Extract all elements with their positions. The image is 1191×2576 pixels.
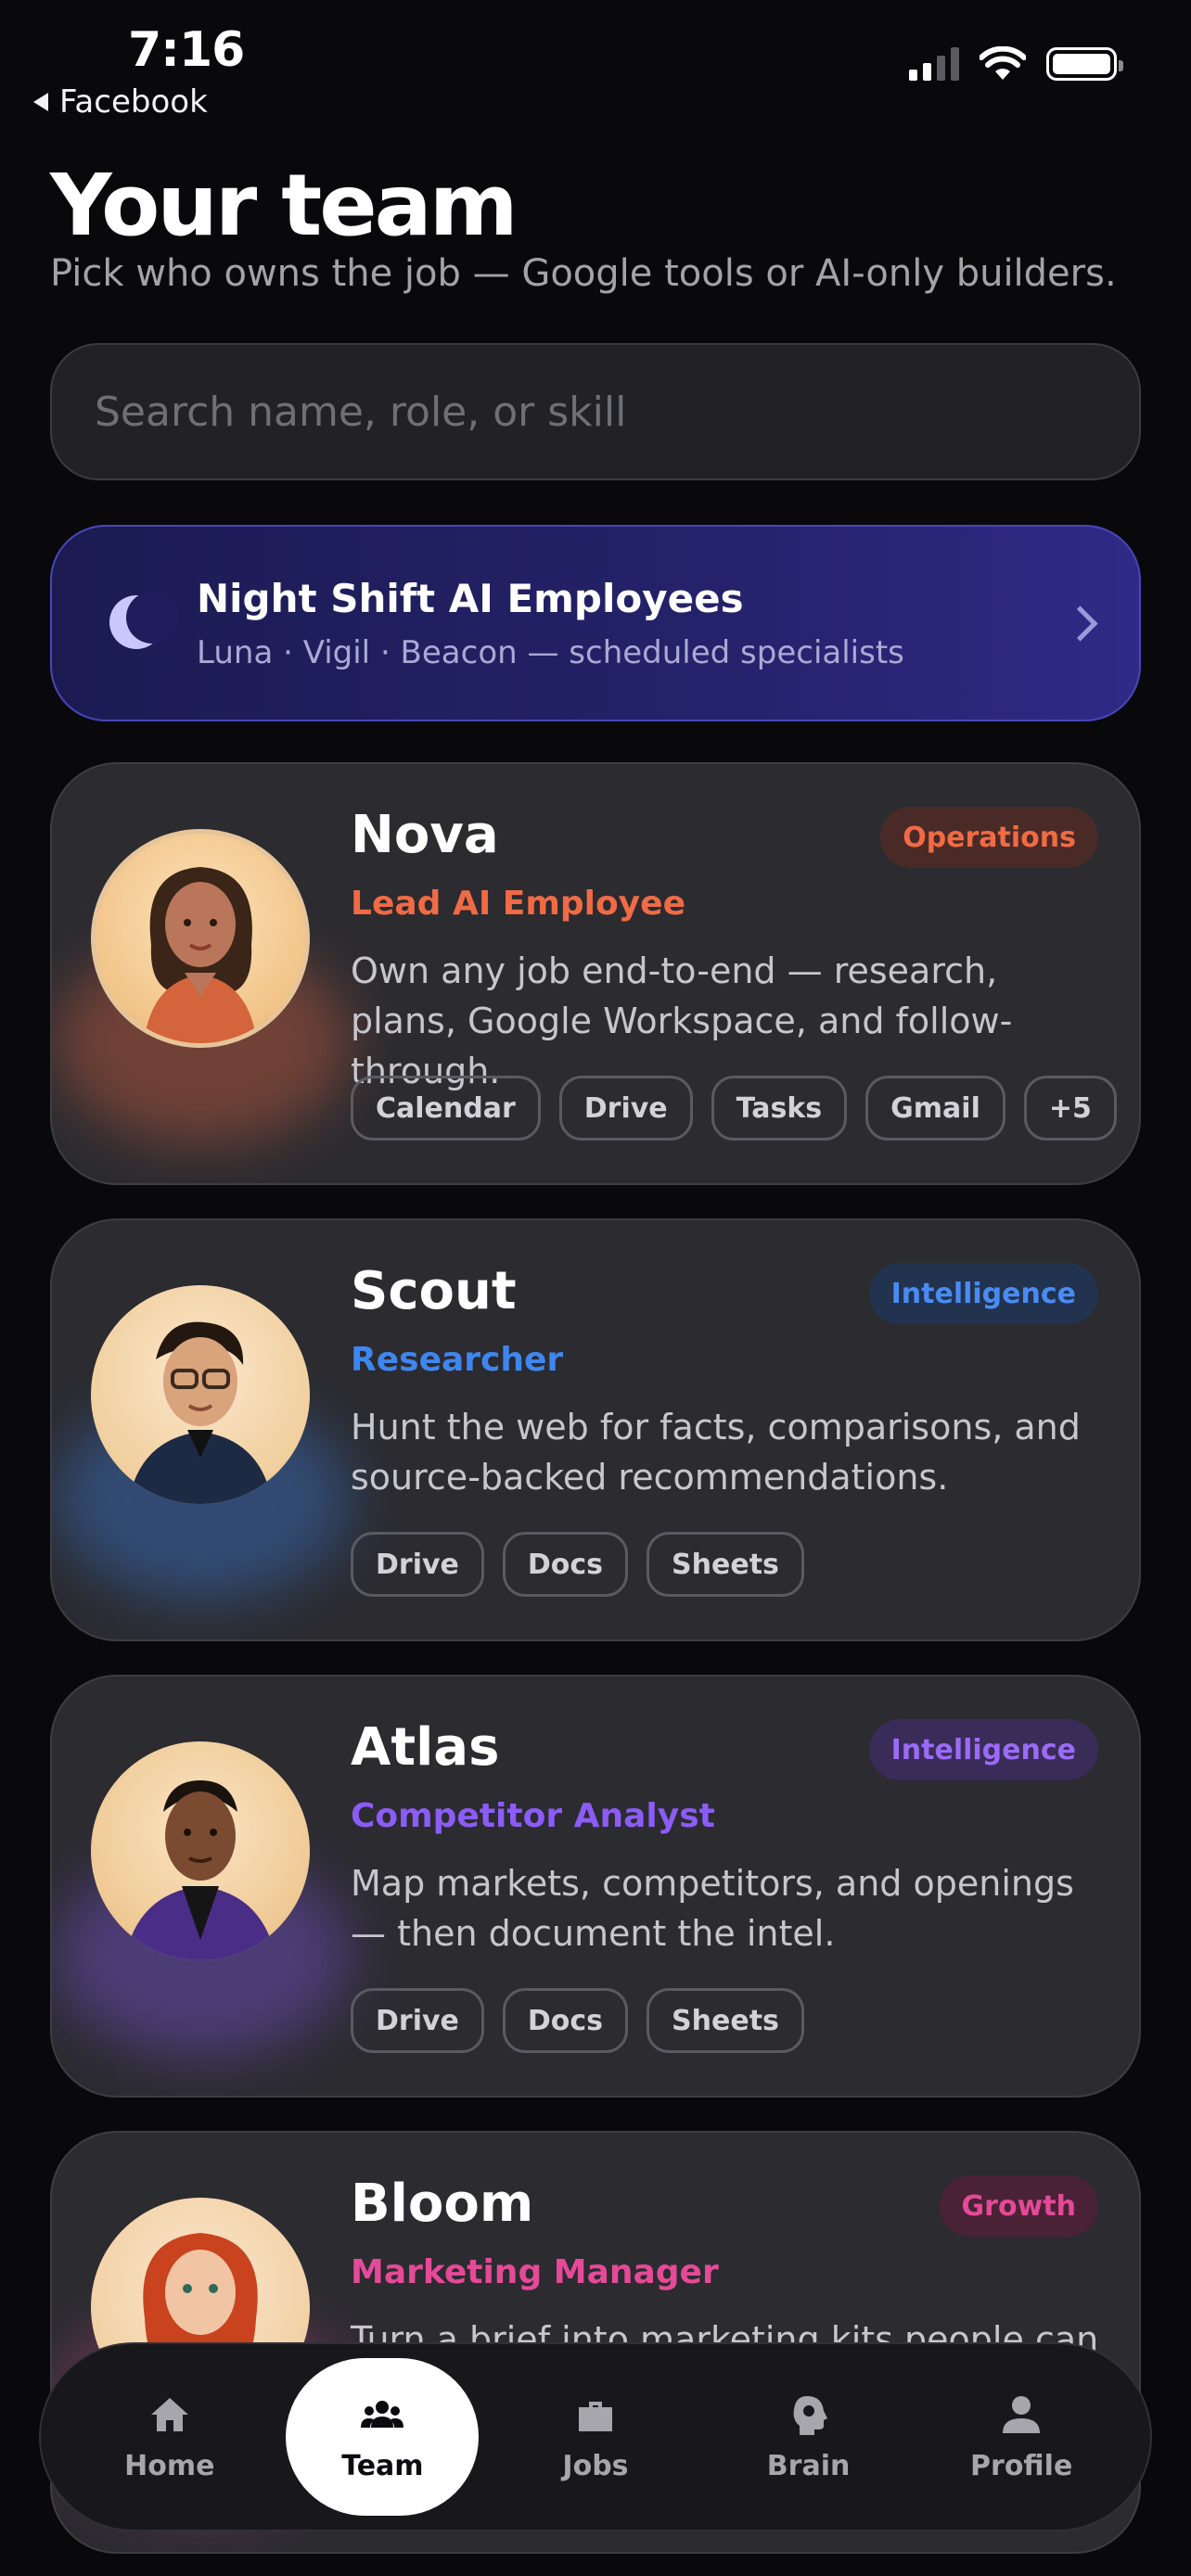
department-badge: Operations [880,807,1098,868]
skill-tag[interactable]: Docs [502,1532,629,1597]
skill-tag[interactable]: Tasks [711,1076,848,1141]
back-to-facebook-link[interactable]: Facebook [33,83,208,121]
skill-tag[interactable]: Drive [351,1532,484,1597]
avatar-scout [91,1285,310,1504]
member-name: Scout [351,1261,517,1321]
cellular-signal-icon [909,47,959,81]
member-role: Researcher [351,1341,564,1379]
skill-tag[interactable]: Calendar [351,1076,541,1141]
bottom-nav: Home Team Jobs Brain Profile [39,2342,1152,2531]
member-name: Bloom [351,2174,534,2234]
member-name: Nova [351,805,499,865]
page-subtitle: Pick who owns the job — Google tools or … [50,252,1117,295]
nav-profile[interactable]: Profile [925,2358,1118,2516]
back-arrow-icon [33,93,48,111]
member-description: Map markets, competitors, and openings —… [351,1863,1074,1954]
nav-brain[interactable]: Brain [712,2358,905,2516]
member-description: Hunt the web for facts, comparisons, and… [351,1407,1081,1498]
more-skills-tag[interactable]: +5 [1023,1076,1117,1141]
status-icons [909,46,1123,82]
profile-icon [1003,2395,1041,2433]
skill-tag[interactable]: Drive [351,1988,484,2053]
skill-tag[interactable]: Docs [502,1988,629,2053]
page-title: Your team [50,156,519,255]
skill-tag[interactable]: Gmail [865,1076,1005,1141]
department-badge: Intelligence [868,1719,1098,1780]
member-name: Atlas [351,1717,500,1778]
team-icon [361,2400,404,2428]
member-role: Lead AI Employee [351,885,685,923]
night-shift-title: Night Shift AI Employees [197,575,744,621]
night-shift-subtitle: Luna · Vigil · Beacon — scheduled specia… [197,633,904,671]
team-card-atlas[interactable]: Atlas Intelligence Competitor Analyst Ma… [50,1675,1141,2098]
department-badge: Intelligence [868,1263,1098,1324]
skill-tags: Drive Docs Sheets [351,1532,804,1597]
skill-tags: Drive Docs Sheets [351,1988,804,2053]
briefcase-icon [578,2401,612,2431]
home-icon [150,2397,188,2431]
moon-icon [109,592,178,651]
nav-label: Brain [766,2449,851,2482]
status-time: 7:16 [128,22,245,78]
back-link-label: Facebook [59,83,208,121]
skill-tag[interactable]: Sheets [647,1988,804,2053]
nav-label: Home [124,2449,215,2482]
skill-tags: Calendar Drive Tasks Gmail +5 [351,1076,1117,1141]
brain-icon [793,2395,827,2435]
nav-label: Jobs [562,2449,629,2482]
team-card-scout[interactable]: Scout Intelligence Researcher Hunt the w… [50,1218,1141,1641]
nav-label: Profile [970,2449,1073,2482]
member-role: Competitor Analyst [351,1797,715,1835]
avatar-nova [91,829,310,1048]
nav-home[interactable]: Home [73,2358,266,2516]
nav-label: Team [341,2449,424,2482]
wifi-icon [980,46,1026,80]
member-role: Marketing Manager [351,2253,719,2291]
nav-team[interactable]: Team [286,2358,480,2516]
battery-icon [1046,47,1123,81]
skill-tag[interactable]: Sheets [647,1532,804,1597]
search-field[interactable] [50,343,1141,480]
chevron-right-icon [1062,605,1098,642]
skill-tag[interactable]: Drive [558,1076,693,1141]
team-card-nova[interactable]: Nova Operations Lead AI Employee Own any… [50,762,1141,1185]
member-description: Own any job end-to-end — research, plans… [351,950,1013,1091]
night-shift-banner[interactable]: Night Shift AI Employees Luna · Vigil · … [50,525,1141,721]
nav-jobs[interactable]: Jobs [499,2358,692,2516]
search-input[interactable] [93,387,1098,437]
avatar-atlas [91,1741,310,1960]
department-badge: Growth [939,2175,1098,2237]
